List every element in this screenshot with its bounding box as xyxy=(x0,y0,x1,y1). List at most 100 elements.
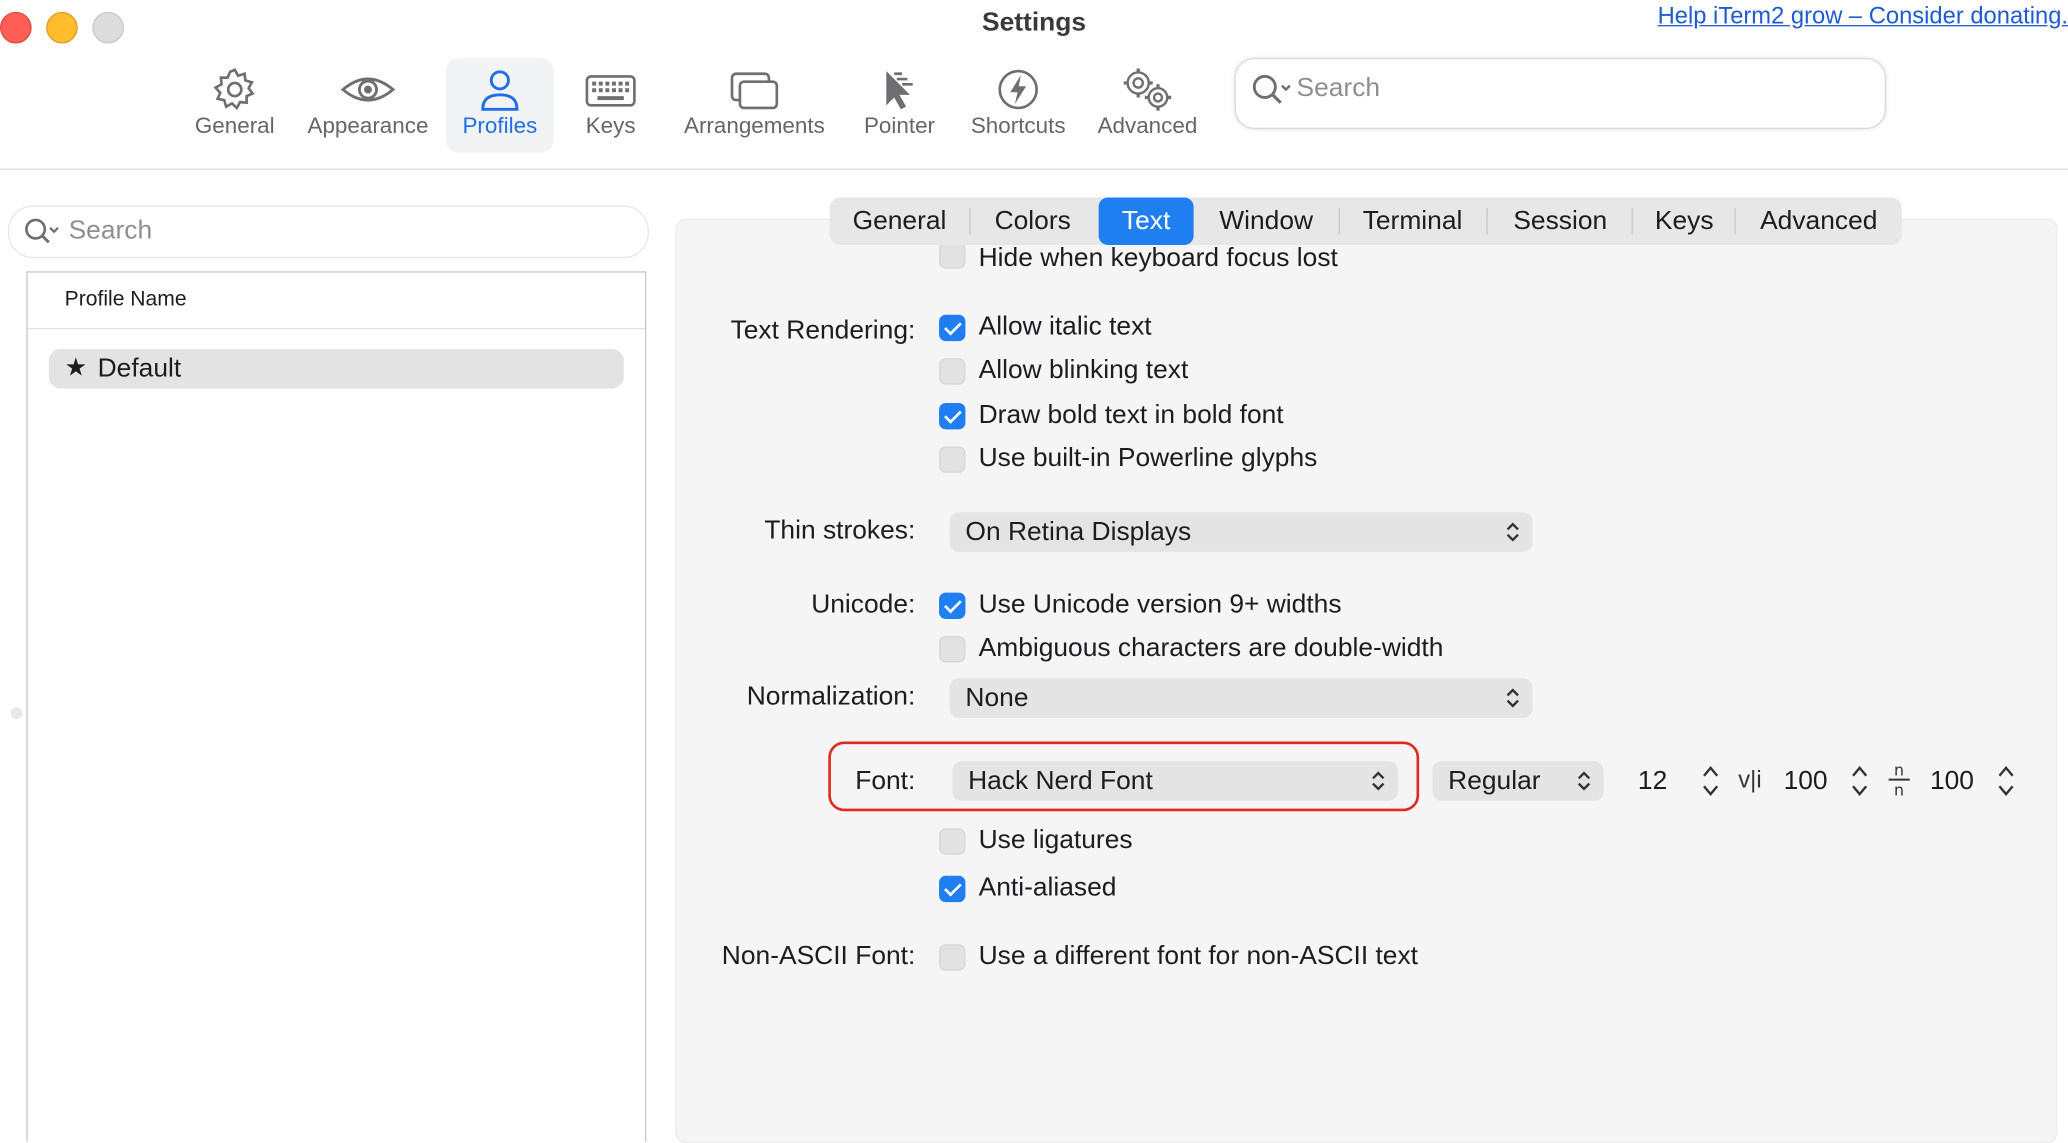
horizontal-spacing-icon: n n xyxy=(1888,763,1910,799)
profile-row-default[interactable]: ★ Default xyxy=(48,349,624,389)
toolbar-keys-button[interactable]: Keys xyxy=(570,58,652,153)
tab-text[interactable]: Text xyxy=(1098,197,1194,245)
toolbar-keys-label: Keys xyxy=(585,113,636,139)
non-ascii-font-label: Non-ASCII Font: xyxy=(721,941,916,971)
thin-strokes-label: Thin strokes: xyxy=(764,516,916,546)
tab-separator xyxy=(1486,208,1488,235)
toolbar-arrangements-button[interactable]: Arrangements xyxy=(675,58,833,153)
pointer-icon xyxy=(886,71,913,110)
tab-keys[interactable]: Keys xyxy=(1642,198,1726,245)
search-icon xyxy=(1252,74,1291,104)
normalization-label: Normalization: xyxy=(746,682,916,712)
draw-bold-checkbox[interactable] xyxy=(939,403,966,430)
powerline-glyphs-checkbox[interactable] xyxy=(939,446,966,473)
person-icon xyxy=(481,70,519,111)
star-icon: ★ xyxy=(64,354,88,382)
unicode-widths-checkbox[interactable] xyxy=(939,592,966,619)
vertical-spacing-stepper[interactable] xyxy=(1849,761,1870,801)
vertical-spacing-field[interactable]: 100 xyxy=(1772,761,1839,801)
eye-icon xyxy=(340,77,396,102)
tab-separator xyxy=(1734,208,1736,235)
horizontal-spacing-stepper[interactable] xyxy=(1995,761,2016,801)
pane-splitter-handle[interactable] xyxy=(10,707,23,720)
non-ascii-font-option-label: Use a different font for non-ASCII text xyxy=(978,941,1419,971)
font-size-field[interactable]: 12 xyxy=(1619,761,1686,801)
vertical-spacing-icon: v|i xyxy=(1738,766,1762,793)
font-weight-value: Regular xyxy=(1448,766,1541,796)
gear-icon xyxy=(213,68,255,111)
toolbar-appearance-label: Appearance xyxy=(307,113,429,139)
tab-terminal[interactable]: Terminal xyxy=(1349,198,1476,245)
profile-list: Profile Name ★ Default xyxy=(26,271,647,1142)
toolbar-pointer-button[interactable]: Pointer xyxy=(855,58,945,153)
hide-on-focus-lost-checkbox[interactable] xyxy=(939,244,966,269)
tab-colors[interactable]: Colors xyxy=(977,198,1088,245)
toolbar-search-field[interactable]: Search xyxy=(1235,59,1885,128)
lightning-icon xyxy=(998,69,1038,110)
non-ascii-font-checkbox[interactable] xyxy=(939,944,966,971)
chevron-updown-icon xyxy=(1372,771,1385,791)
normalization-value: None xyxy=(965,683,1029,713)
window-toolbar: Settings Help iTerm2 grow – Consider don… xyxy=(0,0,2068,170)
allow-blinking-label: Allow blinking text xyxy=(978,355,1189,385)
tab-session[interactable]: Session xyxy=(1497,198,1624,245)
profile-search-field[interactable]: Search xyxy=(7,205,649,259)
chevron-updown-icon xyxy=(1577,771,1591,791)
toolbar-profiles-label: Profiles xyxy=(462,113,538,139)
tab-general[interactable]: General xyxy=(840,198,959,245)
ambiguous-double-width-label: Ambiguous characters are double-width xyxy=(978,633,1444,663)
tab-separator xyxy=(1631,208,1633,235)
ambiguous-double-width-checkbox[interactable] xyxy=(939,636,966,663)
tab-window[interactable]: Window xyxy=(1204,198,1328,245)
draw-bold-label: Draw bold text in bold font xyxy=(978,400,1284,430)
toolbar-advanced-label: Advanced xyxy=(1097,113,1198,139)
toolbar-search-placeholder: Search xyxy=(1296,73,1381,103)
toolbar-advanced-button[interactable]: Advanced xyxy=(1089,58,1205,153)
minimize-window-button[interactable] xyxy=(46,11,78,44)
toolbar-appearance-button[interactable]: Appearance xyxy=(301,58,436,153)
toolbar-shortcuts-button[interactable]: Shortcuts xyxy=(963,58,1074,153)
allow-italic-label: Allow italic text xyxy=(978,312,1152,342)
font-size-stepper[interactable] xyxy=(1700,761,1721,801)
font-weight-popup[interactable]: Regular xyxy=(1432,761,1604,801)
thin-strokes-value: On Retina Displays xyxy=(965,517,1192,547)
text-rendering-label: Text Rendering: xyxy=(730,316,916,346)
profile-search-placeholder: Search xyxy=(68,215,153,245)
unicode-label: Unicode: xyxy=(811,590,916,619)
zoom-window-button[interactable] xyxy=(92,11,124,44)
chevron-updown-icon xyxy=(1506,688,1519,708)
hide-on-focus-lost-label: Hide when keyboard focus lost xyxy=(978,244,1338,273)
toolbar-profiles-button[interactable]: Profiles xyxy=(445,57,554,153)
tab-separator xyxy=(1338,208,1341,235)
font-family-value: Hack Nerd Font xyxy=(968,766,1153,796)
toolbar-general-button[interactable]: General xyxy=(185,58,285,153)
chevron-updown-icon xyxy=(1506,522,1519,542)
scrolled-option-clip: Hide when keyboard focus lost xyxy=(923,244,1451,274)
donate-link[interactable]: Help iTerm2 grow – Consider donating. xyxy=(1658,3,2068,31)
anti-aliased-label: Anti-aliased xyxy=(978,873,1117,903)
allow-italic-checkbox[interactable] xyxy=(939,314,966,342)
font-family-popup[interactable]: Hack Nerd Font xyxy=(952,761,1399,801)
windows-icon xyxy=(730,72,779,110)
profile-name-column-header[interactable]: Profile Name xyxy=(27,273,645,330)
svg-text:n: n xyxy=(1894,763,1904,780)
thin-strokes-popup[interactable]: On Retina Displays xyxy=(949,512,1533,552)
toolbar-shortcuts-label: Shortcuts xyxy=(970,113,1066,139)
horizontal-spacing-field[interactable]: 100 xyxy=(1918,761,1985,801)
anti-aliased-checkbox[interactable] xyxy=(939,875,966,903)
use-ligatures-checkbox[interactable] xyxy=(939,828,966,855)
profile-name: Default xyxy=(97,354,182,384)
toolbar-pointer-label: Pointer xyxy=(863,113,936,139)
tab-advanced[interactable]: Advanced xyxy=(1745,198,1893,245)
allow-blinking-checkbox[interactable] xyxy=(939,358,966,385)
font-label: Font: xyxy=(855,766,916,796)
unicode-widths-label: Use Unicode version 9+ widths xyxy=(978,590,1342,619)
use-ligatures-label: Use ligatures xyxy=(978,825,1133,855)
svg-text:n: n xyxy=(1894,780,1904,799)
tab-separator xyxy=(969,208,971,235)
profile-tab-bar: General Colors Text Window Terminal Sess… xyxy=(829,197,1902,245)
toolbar-arrangements-label: Arrangements xyxy=(683,113,825,139)
normalization-popup[interactable]: None xyxy=(949,678,1533,718)
powerline-glyphs-label: Use built-in Powerline glyphs xyxy=(978,443,1318,473)
close-window-button[interactable] xyxy=(0,11,32,44)
